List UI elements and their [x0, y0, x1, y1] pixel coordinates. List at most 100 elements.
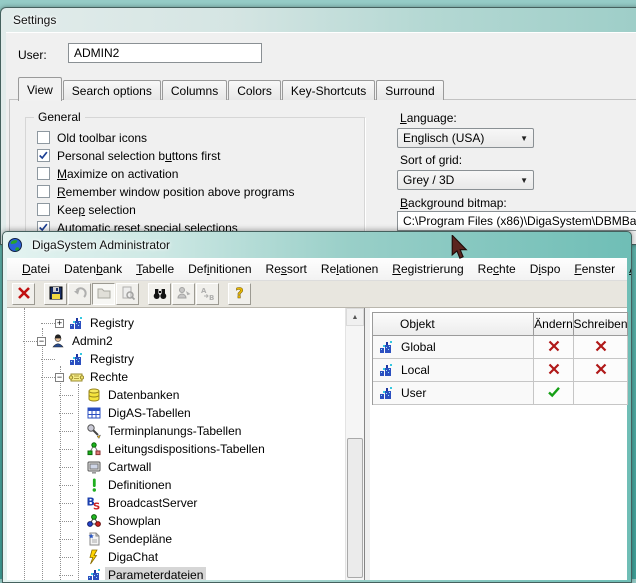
mouse-cursor	[451, 235, 468, 261]
tree-scrollbar[interactable]: ▲	[345, 308, 364, 580]
database-icon	[86, 387, 102, 403]
tree-item-digas-tabellen[interactable]: DigAS-Tabellen	[7, 404, 345, 422]
tree-item-terminplanungs-tabellen[interactable]: Terminplanungs-Tabellen	[7, 422, 345, 440]
tree-item-admin2[interactable]: −Admin2	[7, 332, 345, 350]
checkbox-maximize-on-activation[interactable]	[37, 167, 50, 180]
preview-button[interactable]	[116, 283, 139, 305]
tree-connector	[59, 467, 73, 468]
menu-item-dispo[interactable]: Dispo	[523, 259, 568, 279]
menu-item-tabelle[interactable]: Tabelle	[129, 259, 181, 279]
tree-item-label: Showplan	[105, 513, 164, 529]
tree-item-label: Datenbanken	[105, 387, 182, 403]
admin-titlebar[interactable]: DigaSystem Administrator	[7, 232, 627, 258]
collapse-toggle-icon[interactable]: −	[37, 337, 46, 346]
aendern-cell[interactable]	[534, 336, 574, 359]
checkbox-personal-selection-buttons-first[interactable]	[37, 149, 50, 162]
schreiben-cell[interactable]	[574, 359, 628, 382]
objekt-cell[interactable]: Local	[373, 359, 534, 382]
settings-titlebar[interactable]: Settings	[6, 8, 636, 32]
sort-of-grid-combobox[interactable]: Grey / 3D ▼	[397, 170, 534, 190]
tab-view[interactable]: View	[18, 77, 62, 101]
checkbox-label: Old toolbar icons	[57, 131, 147, 145]
column-header-objekt[interactable]: Objekt	[373, 312, 534, 336]
general-groupbox-label: General	[34, 110, 85, 124]
tree-item-showplan[interactable]: Showplan	[7, 512, 345, 530]
column-header-schreiben[interactable]: Schreiben	[574, 312, 628, 336]
tree-item-sendepl-ne[interactable]: Sendepläne	[7, 530, 345, 548]
tree-item-label: Terminplanungs-Tabellen	[105, 423, 244, 439]
menu-item-fenster[interactable]: Fenster	[567, 259, 622, 279]
objekt-cell[interactable]: Global	[373, 336, 534, 359]
user-label: User:	[18, 48, 47, 62]
red-cross-icon	[547, 362, 561, 379]
checkbox-keep-selection[interactable]	[37, 203, 50, 216]
user-field[interactable]	[68, 43, 262, 63]
tree-item-datenbanken[interactable]: Datenbanken	[7, 386, 345, 404]
checkbox-old-toolbar-icons[interactable]	[37, 131, 50, 144]
checkbox-row-old-toolbar-icons: Old toolbar icons	[37, 131, 294, 144]
language-combobox[interactable]: Englisch (USA) ▼	[397, 128, 534, 148]
tree-item-label: DigAS-Tabellen	[105, 405, 194, 421]
menu-item-ressort[interactable]: Ressort	[259, 259, 314, 279]
tab-colors[interactable]: Colors	[228, 80, 281, 100]
open-button[interactable]	[92, 283, 115, 305]
tree-item-registry[interactable]: +Registry	[7, 314, 345, 332]
schreiben-cell[interactable]	[574, 336, 628, 359]
red-cross-icon	[547, 339, 561, 356]
tree-item-cartwall[interactable]: Cartwall	[7, 458, 345, 476]
find-button[interactable]	[148, 283, 171, 305]
collapse-toggle-icon[interactable]: −	[55, 373, 64, 382]
tree-item-broadcastserver[interactable]: BSBroadcastServer	[7, 494, 345, 512]
tab-key-shortcuts[interactable]: Key-Shortcuts	[282, 80, 375, 100]
undo-button[interactable]	[68, 283, 91, 305]
tab-surround[interactable]: Surround	[376, 80, 443, 100]
menu-item-datei[interactable]: Datei	[15, 259, 57, 279]
table-row-global[interactable]: Global	[373, 336, 628, 359]
document-star-icon	[86, 531, 102, 547]
scrollbar-thumb[interactable]	[347, 438, 363, 578]
svg-text:?: ?	[235, 286, 243, 301]
schreiben-cell[interactable]	[574, 382, 628, 405]
column-header-ndern[interactable]: Ändern	[534, 312, 574, 336]
tree-item-leitungsdispositions-tabellen[interactable]: Leitungsdispositions-Tabellen	[7, 440, 345, 458]
expand-toggle-icon[interactable]: +	[55, 319, 64, 328]
tree-connector	[59, 575, 73, 576]
save-button[interactable]	[44, 283, 67, 305]
aendern-cell[interactable]	[534, 382, 574, 405]
checkbox-label: Maximize on activation	[57, 167, 178, 181]
tab-columns[interactable]: Columns	[162, 80, 227, 100]
table-row-local[interactable]: Local	[373, 359, 628, 382]
tree-connector	[59, 395, 73, 396]
replace-button[interactable]: AB	[196, 283, 219, 305]
tree-item-label: DigaChat	[105, 549, 161, 565]
red-x-icon	[16, 285, 32, 304]
table-row-user[interactable]: User	[373, 382, 628, 405]
tree-connector	[41, 377, 55, 378]
tree-item-digachat[interactable]: DigaChat	[7, 548, 345, 566]
tree-item-definitionen[interactable]: Definitionen	[7, 476, 345, 494]
menu-item-rechte[interactable]: Rechte	[471, 259, 523, 279]
menu-item-datenbank[interactable]: Datenbank	[57, 259, 129, 279]
tree-item-rechte[interactable]: −Rechte	[7, 368, 345, 386]
menu-item-ansi[interactable]: Ansi	[622, 259, 632, 279]
delete-button[interactable]	[12, 283, 35, 305]
chevron-down-icon: ▼	[520, 134, 528, 143]
scroll-up-button[interactable]: ▲	[346, 308, 364, 326]
objekt-cell[interactable]: User	[373, 382, 534, 405]
tree-item-parameterdateien[interactable]: Parameterdateien	[7, 566, 345, 580]
menu-item-relationen[interactable]: Relationen	[314, 259, 385, 279]
svg-text:A: A	[201, 287, 207, 295]
aendern-cell[interactable]	[534, 359, 574, 382]
background-bitmap-field[interactable]	[397, 211, 636, 231]
floppy-icon	[48, 285, 64, 304]
menu-item-definitionen[interactable]: Definitionen	[181, 259, 258, 279]
find-user-button[interactable]	[172, 283, 195, 305]
tree-item-registry[interactable]: Registry	[7, 350, 345, 368]
tree-item-label: Cartwall	[105, 459, 154, 475]
help-button[interactable]: ?	[228, 283, 251, 305]
tab-search-options[interactable]: Search options	[63, 80, 161, 100]
checkbox-remember-window-position-above-programs[interactable]	[37, 185, 50, 198]
molecule-icon	[86, 513, 102, 529]
navigation-tree: +Registry−Admin2Registry−RechteDatenbank…	[7, 308, 345, 580]
menu-item-registrierung[interactable]: Registrierung	[385, 259, 470, 279]
